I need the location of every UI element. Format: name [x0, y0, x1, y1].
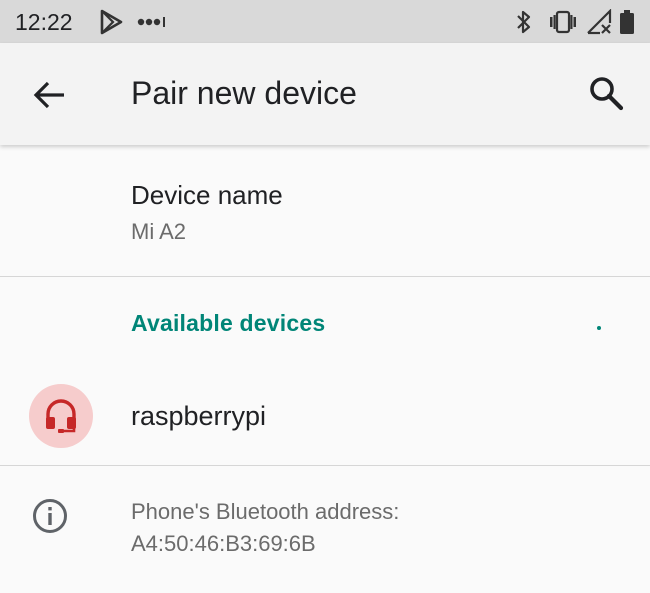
status-time: 12:22 [15, 9, 73, 35]
device-name-row[interactable]: Device name Mi A2 [0, 145, 650, 276]
search-icon [584, 77, 628, 119]
status-bar: 12:22 [0, 0, 650, 43]
device-name-value: Mi A2 [131, 219, 187, 244]
vibrate-icon [548, 9, 578, 40]
back-button[interactable] [28, 73, 72, 117]
bluetooth-icon [513, 9, 535, 40]
device-avatar [29, 384, 93, 448]
search-button[interactable] [584, 71, 628, 115]
available-devices-header: Available devices [131, 310, 326, 336]
more-notifications-icon [137, 12, 167, 37]
scanning-progress-indicator [597, 326, 601, 330]
arrow-back-icon [28, 81, 72, 121]
play-store-icon [98, 9, 124, 40]
device-name-title: Device name [131, 180, 283, 210]
bluetooth-address-label: Phone's Bluetooth address: [131, 499, 400, 524]
app-bar: Pair new device [0, 43, 650, 145]
bluetooth-address-info: Phone's Bluetooth address: A4:50:46:B3:6… [0, 466, 650, 593]
device-list-item[interactable]: raspberrypi [0, 367, 650, 464]
divider [0, 276, 650, 277]
device-label: raspberrypi [131, 401, 267, 431]
signal-off-icon [586, 8, 612, 40]
page-title: Pair new device [131, 75, 357, 111]
bluetooth-address-value: A4:50:46:B3:69:6B [131, 531, 316, 556]
battery-icon [619, 9, 635, 40]
info-icon [30, 496, 70, 541]
